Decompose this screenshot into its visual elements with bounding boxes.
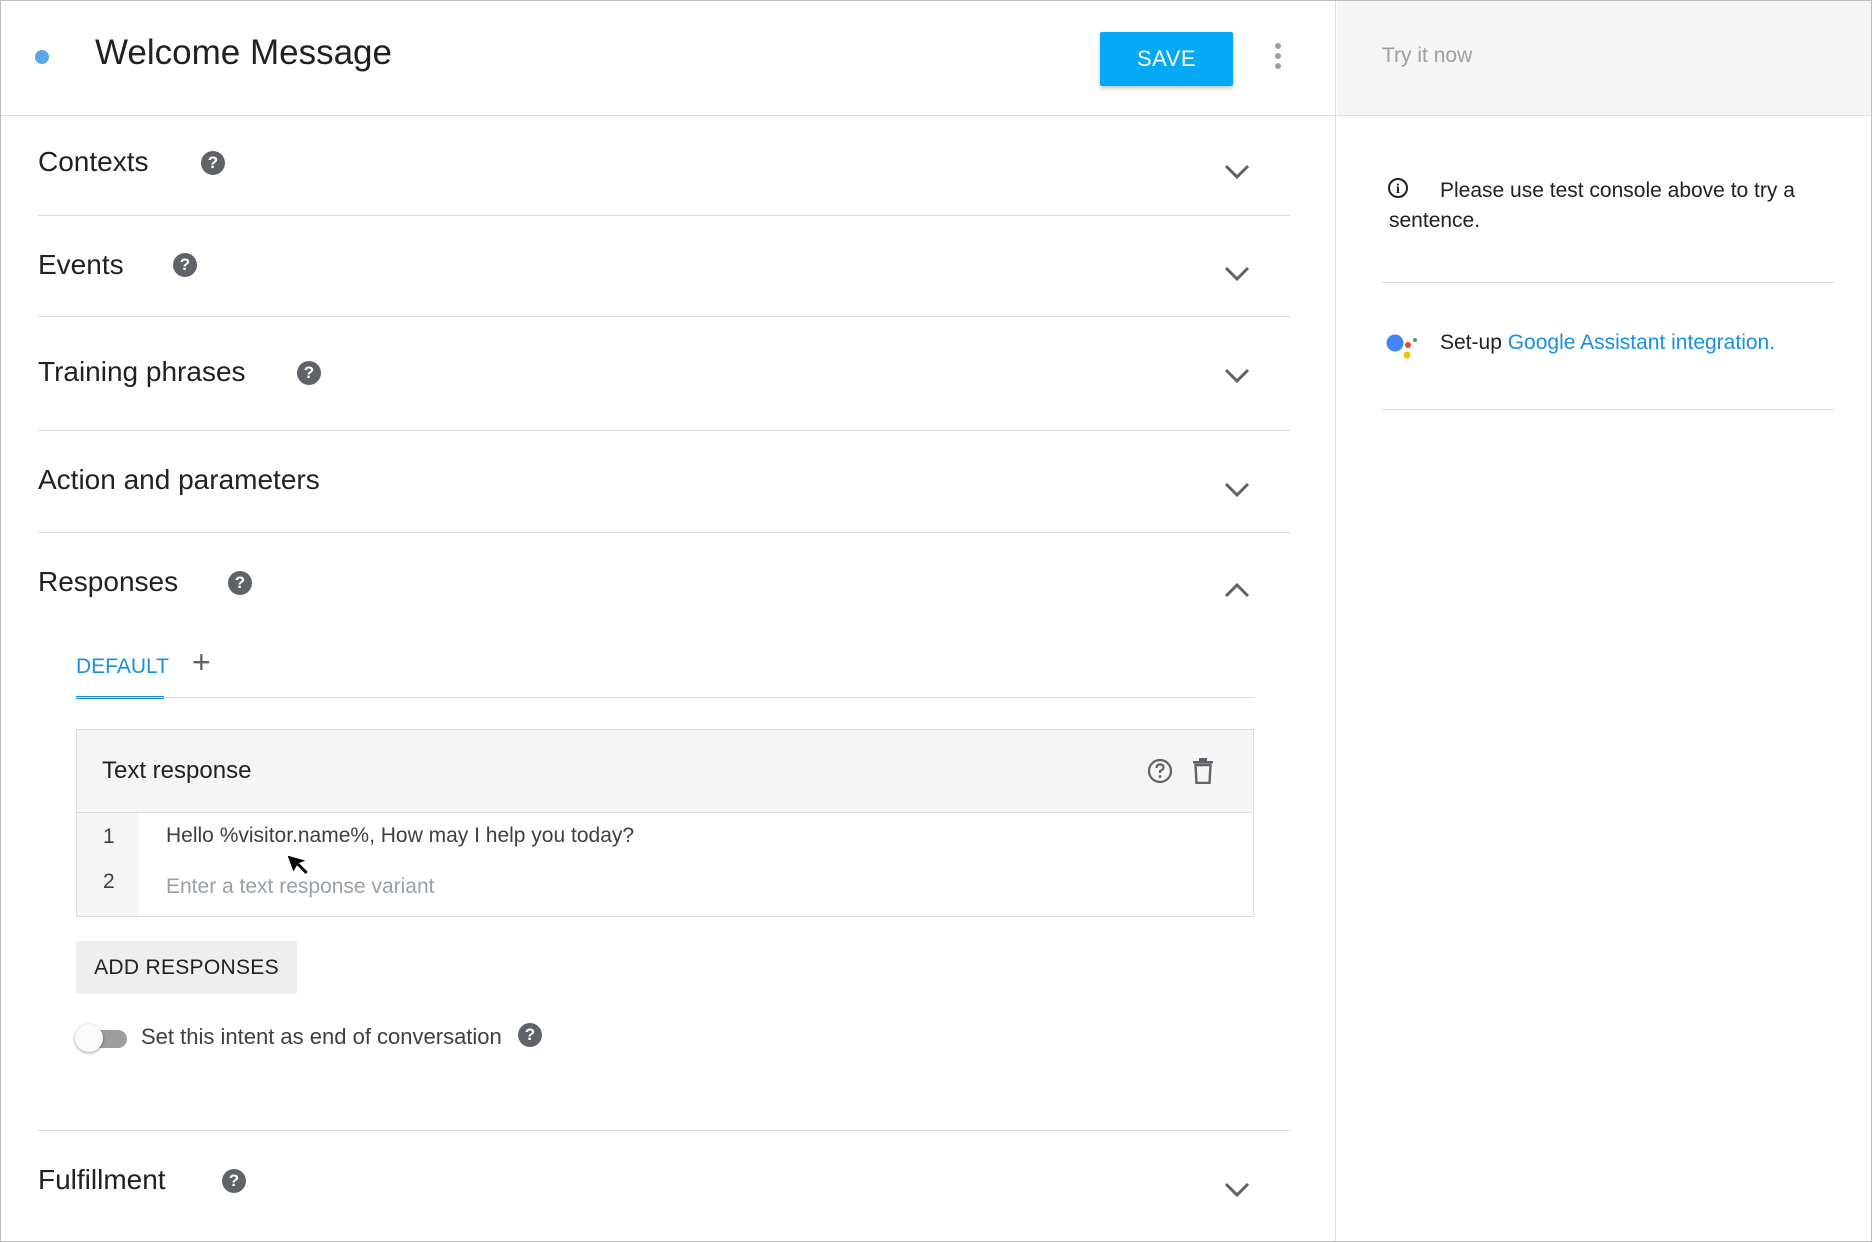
assistant-setup-prefix: Set-up bbox=[1440, 331, 1508, 354]
tabs-divider bbox=[76, 697, 1254, 698]
chevron-up-icon[interactable] bbox=[1223, 581, 1251, 601]
help-icon[interactable]: ? bbox=[518, 1023, 542, 1047]
chevron-down-icon[interactable] bbox=[1223, 365, 1251, 385]
test-console-panel: i Please use test console above to try a… bbox=[1337, 1, 1871, 1241]
response-variant-text[interactable]: Hello %visitor.name%, How may I help you… bbox=[166, 824, 634, 848]
side-divider bbox=[1382, 282, 1834, 283]
help-icon[interactable]: ? bbox=[201, 151, 225, 175]
section-title-training-phrases[interactable]: Training phrases bbox=[38, 356, 246, 388]
help-icon[interactable]: ? bbox=[228, 571, 252, 595]
test-console-header bbox=[1337, 1, 1871, 116]
help-outline-icon[interactable] bbox=[1147, 758, 1173, 784]
add-tab-icon[interactable]: + bbox=[192, 646, 211, 678]
intent-name[interactable]: Welcome Message bbox=[95, 33, 392, 73]
chevron-down-icon[interactable] bbox=[1223, 479, 1251, 499]
chevron-down-icon[interactable] bbox=[1223, 161, 1251, 181]
section-title-events[interactable]: Events bbox=[38, 249, 124, 281]
text-response-card: Text response 1 2 Hello %visitor.name%, … bbox=[76, 729, 1254, 917]
section-contexts[interactable] bbox=[38, 115, 1291, 216]
intent-header: Welcome Message SAVE bbox=[1, 1, 1335, 116]
line-number-gutter: 1 2 bbox=[77, 813, 139, 916]
text-response-header: Text response bbox=[77, 730, 1253, 813]
help-icon[interactable]: ? bbox=[173, 253, 197, 277]
google-assistant-integration-link[interactable]: Google Assistant integration. bbox=[1508, 331, 1775, 354]
google-assistant-icon bbox=[1386, 334, 1417, 359]
tab-default[interactable]: DEFAULT bbox=[76, 655, 169, 679]
console-info-text: Please use test console above to try a s… bbox=[1389, 179, 1795, 232]
mouse-cursor-icon bbox=[288, 853, 311, 877]
end-conversation-toggle[interactable] bbox=[75, 1023, 129, 1053]
chevron-down-icon[interactable] bbox=[1223, 1179, 1251, 1199]
text-response-title: Text response bbox=[102, 757, 252, 784]
section-title-responses[interactable]: Responses bbox=[38, 566, 178, 598]
line-number: 1 bbox=[103, 825, 115, 848]
side-divider bbox=[1382, 409, 1834, 410]
section-title-contexts[interactable]: Contexts bbox=[38, 146, 149, 178]
response-variant-input[interactable] bbox=[166, 870, 1226, 904]
section-events[interactable] bbox=[38, 216, 1291, 317]
intent-status-dot bbox=[35, 50, 49, 64]
more-vert-icon[interactable] bbox=[1268, 41, 1288, 71]
assistant-setup-text: Set-up Google Assistant integration. bbox=[1440, 331, 1775, 355]
add-responses-button[interactable]: ADD RESPONSES bbox=[76, 941, 297, 994]
section-title-action-parameters[interactable]: Action and parameters bbox=[38, 464, 320, 496]
intent-editor: Welcome Message SAVE Contexts ? Events ?… bbox=[1, 1, 1336, 1241]
help-icon[interactable]: ? bbox=[297, 361, 321, 385]
line-number: 2 bbox=[103, 870, 115, 893]
try-it-now-input[interactable] bbox=[1382, 39, 1842, 73]
section-title-fulfillment[interactable]: Fulfillment bbox=[38, 1164, 166, 1196]
end-conversation-label: Set this intent as end of conversation bbox=[141, 1024, 502, 1049]
trash-icon[interactable] bbox=[1192, 758, 1214, 784]
save-button[interactable]: SAVE bbox=[1100, 32, 1233, 86]
chevron-down-icon[interactable] bbox=[1223, 263, 1251, 283]
help-icon[interactable]: ? bbox=[222, 1169, 246, 1193]
